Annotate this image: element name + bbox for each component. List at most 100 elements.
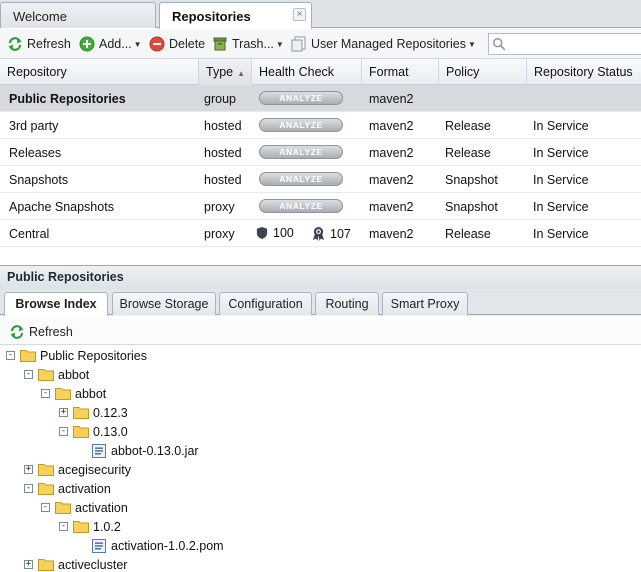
repository-status: In Service: [533, 119, 589, 133]
tree-node[interactable]: - 0.13.0: [59, 422, 128, 441]
security-count: 100: [273, 226, 294, 240]
column-header-format[interactable]: Format: [362, 59, 439, 85]
repository-detail-panel: Public Repositories Browse Index Browse …: [0, 265, 641, 572]
dropdown-arrow-icon: ▼: [467, 39, 476, 49]
tree-node[interactable]: + activecluster: [24, 555, 127, 572]
ribbon-icon: [312, 227, 325, 241]
tree-node[interactable]: - activation: [41, 498, 128, 517]
repository-status: In Service: [533, 227, 589, 241]
refresh-button[interactable]: Refresh: [7, 35, 71, 53]
table-row[interactable]: 3rd party hosted ANALYZE maven2 Release …: [0, 112, 641, 139]
tab-browse-index[interactable]: Browse Index: [4, 292, 108, 316]
license-score[interactable]: 107: [312, 226, 351, 241]
column-header-type[interactable]: Type ▲: [199, 59, 252, 85]
table-row[interactable]: Public Repositories group ANALYZE maven2: [0, 85, 641, 112]
collapse-toggle-icon[interactable]: -: [59, 522, 68, 531]
add-icon: [79, 36, 95, 52]
search-icon: [493, 38, 506, 51]
refresh-label: Refresh: [27, 37, 71, 51]
column-header-label: Repository Status: [534, 65, 633, 79]
analyze-button[interactable]: ANALYZE: [259, 172, 343, 186]
collapse-toggle-icon[interactable]: -: [59, 427, 68, 436]
trash-label: Trash...: [232, 37, 274, 51]
tree-node[interactable]: - activation: [24, 479, 111, 498]
tree-node[interactable]: - abbot: [41, 384, 106, 403]
repository-policy: [436, 85, 445, 112]
table-row[interactable]: Central proxy 100 107 maven2 Release In …: [0, 220, 641, 247]
tab-repositories-label: Repositories: [172, 9, 251, 24]
repository-name: Apache Snapshots: [9, 200, 114, 214]
tab-routing[interactable]: Routing: [315, 292, 379, 315]
tab-smart-proxy[interactable]: Smart Proxy: [382, 292, 468, 315]
security-score[interactable]: 100: [256, 226, 294, 240]
analyze-button[interactable]: ANALYZE: [259, 91, 343, 105]
column-header-policy[interactable]: Policy: [439, 59, 527, 85]
table-row[interactable]: Apache Snapshots proxy ANALYZE maven2 Sn…: [0, 193, 641, 220]
tree-node-label: abbot: [58, 367, 90, 382]
tab-configuration[interactable]: Configuration: [219, 292, 312, 315]
collapse-toggle-icon[interactable]: -: [24, 370, 33, 379]
tree-node[interactable]: + acegisecurity: [24, 460, 131, 479]
tab-repositories[interactable]: Repositories ×: [159, 2, 312, 29]
tab-label: Smart Proxy: [390, 297, 460, 311]
table-row[interactable]: Releases hosted ANALYZE maven2 Release I…: [0, 139, 641, 166]
tab-browse-storage[interactable]: Browse Storage: [112, 292, 216, 315]
column-header-repository[interactable]: Repository: [0, 59, 199, 85]
repository-icon: [291, 36, 306, 52]
trash-button[interactable]: Trash... ▼: [212, 35, 284, 53]
collapse-toggle-icon[interactable]: -: [41, 389, 50, 398]
repository-policy: Snapshot: [445, 173, 498, 187]
folder-icon: [38, 464, 54, 476]
tree-node[interactable]: activation-1.0.2.pom: [92, 536, 224, 555]
tab-label: Browse Index: [15, 297, 97, 311]
table-row[interactable]: Snapshots hosted ANALYZE maven2 Snapshot…: [0, 166, 641, 193]
repository-format: maven2: [369, 227, 414, 241]
column-header-repository-status[interactable]: Repository Status: [527, 59, 641, 85]
tree-node[interactable]: - abbot: [24, 365, 89, 384]
user-managed-repositories-button[interactable]: User Managed Repositories ▼: [291, 35, 476, 53]
add-button[interactable]: Add... ▼: [79, 35, 142, 53]
tree-node[interactable]: abbot-0.13.0.jar: [92, 441, 199, 460]
folder-icon: [73, 426, 89, 438]
tree-node-label: 0.13.0: [93, 424, 128, 439]
folder-icon: [38, 483, 54, 495]
search-field[interactable]: [488, 33, 641, 55]
delete-button[interactable]: Delete: [149, 35, 205, 53]
expand-toggle-icon[interactable]: +: [59, 408, 68, 417]
collapse-toggle-icon[interactable]: -: [6, 351, 15, 360]
analyze-button[interactable]: ANALYZE: [259, 199, 343, 213]
sort-ascending-icon: ▲: [237, 69, 246, 78]
folder-icon: [20, 350, 36, 362]
panel-toolbar: Refresh: [0, 319, 641, 345]
expand-toggle-icon[interactable]: +: [24, 465, 33, 474]
file-icon: [92, 538, 106, 553]
collapse-toggle-icon[interactable]: -: [24, 484, 33, 493]
dropdown-arrow-icon: ▼: [275, 39, 284, 49]
folder-icon: [38, 369, 54, 381]
dropdown-arrow-icon: ▼: [133, 39, 142, 49]
collapse-toggle-icon[interactable]: -: [41, 503, 50, 512]
panel-refresh-button[interactable]: Refresh: [9, 323, 73, 341]
file-icon: [92, 443, 106, 458]
folder-icon: [55, 502, 71, 514]
tree-node[interactable]: - Public Repositories: [6, 346, 147, 365]
refresh-icon: [8, 37, 22, 51]
repository-policy: Release: [445, 146, 491, 160]
analyze-button[interactable]: ANALYZE: [259, 118, 343, 132]
repository-type: proxy: [204, 227, 235, 241]
tree-node[interactable]: - 1.0.2: [59, 517, 121, 536]
expand-toggle-icon[interactable]: +: [24, 560, 33, 569]
tree-node[interactable]: + 0.12.3: [59, 403, 128, 422]
repository-format: maven2: [369, 200, 414, 214]
column-header-label: Health Check: [259, 65, 335, 79]
column-header-label: Policy: [446, 65, 480, 79]
tab-welcome[interactable]: Welcome: [0, 2, 156, 28]
tree-node-label: Public Repositories: [40, 348, 147, 363]
panel-refresh-label: Refresh: [29, 325, 73, 339]
repository-status: [524, 85, 533, 112]
close-icon[interactable]: ×: [293, 8, 306, 21]
column-header-health-check[interactable]: Health Check: [252, 59, 362, 85]
analyze-button[interactable]: ANALYZE: [259, 145, 343, 159]
repository-format: maven2: [369, 146, 414, 160]
search-input[interactable]: [509, 36, 639, 52]
